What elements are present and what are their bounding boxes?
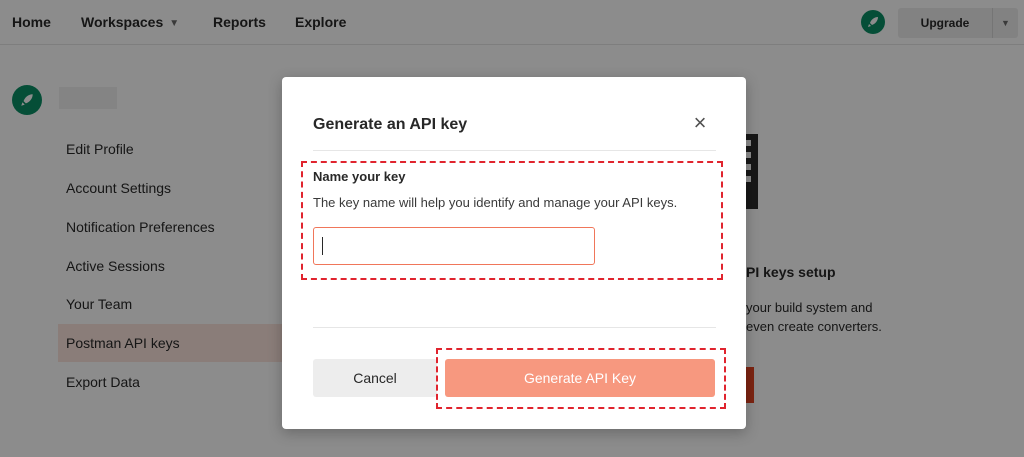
key-name-label: Name your key <box>313 169 406 184</box>
text-caret <box>322 237 323 255</box>
dialog-title: Generate an API key <box>313 116 468 133</box>
generate-api-key-button[interactable]: Generate API Key <box>445 359 715 397</box>
dialog-divider-bottom <box>313 327 716 328</box>
key-name-input[interactable] <box>313 227 595 265</box>
generate-api-key-dialog: Generate an API key × Name your key The … <box>282 77 746 429</box>
cancel-button[interactable]: Cancel <box>313 359 437 397</box>
key-name-description: The key name will help you identify and … <box>313 195 678 210</box>
dialog-divider-top <box>313 150 716 151</box>
close-icon[interactable]: × <box>689 112 711 134</box>
